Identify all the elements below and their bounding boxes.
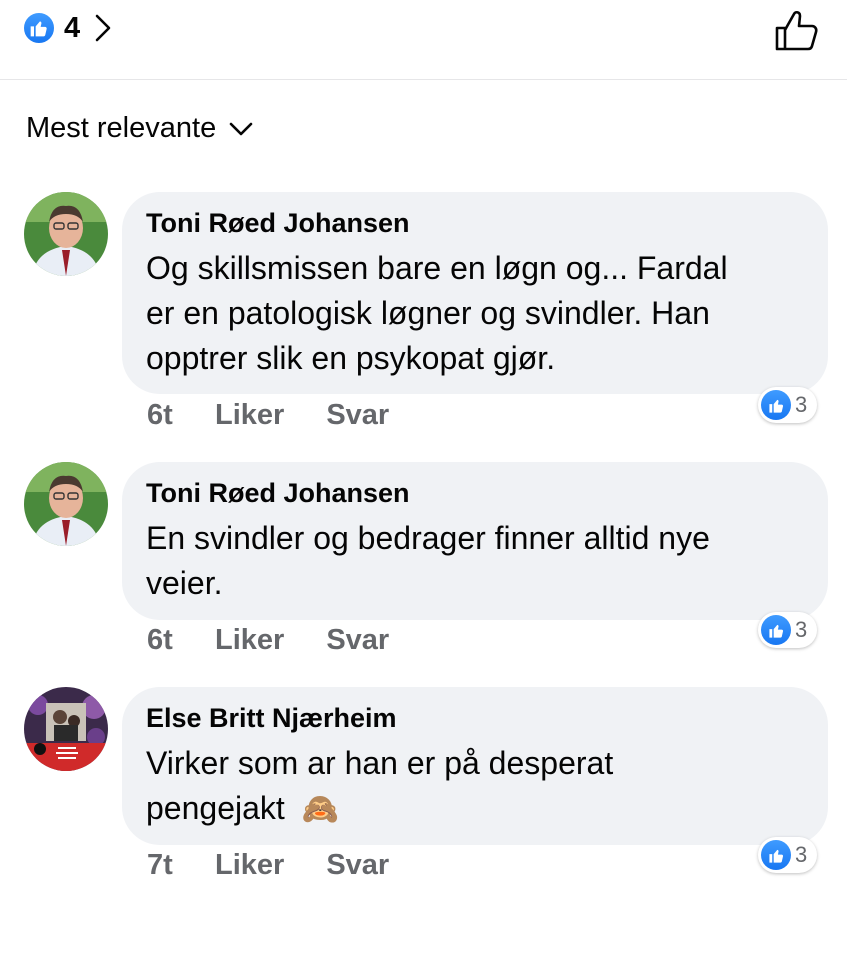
comment-text: En svindler og bedrager finner alltid ny… (146, 516, 804, 606)
reaction-count: 3 (795, 392, 808, 417)
reaction-count: 3 (795, 842, 808, 867)
comment-actions: 6t Liker Svar (147, 399, 431, 432)
comment-text: Og skillsmissen bare en løgn og... Farda… (146, 246, 804, 381)
like-reaction-icon (761, 390, 791, 420)
like-reaction-icon (761, 615, 791, 645)
comment-time[interactable]: 6t (147, 399, 215, 432)
comment-bubble: Toni Røed Johansen En svindler og bedrag… (122, 462, 828, 620)
avatar[interactable] (24, 687, 108, 771)
reply-button[interactable]: Svar (326, 624, 389, 657)
sort-label: Mest relevante (26, 112, 217, 144)
comment-line: Virker som ar han er på desperat (146, 745, 614, 781)
comment-line-with-emoji: pengejakt 🙈 (146, 786, 804, 832)
like-reaction-icon (761, 840, 791, 870)
see-no-evil-monkey-emoji: 🙈 (301, 792, 340, 827)
reactions-header: 4 (0, 0, 847, 80)
comment-line: Og skillsmissen bare en løgn og... Farda… (146, 250, 728, 286)
chevron-down-icon (228, 119, 254, 139)
like-reaction-icon (22, 11, 56, 45)
thumbs-up-outline-icon (774, 10, 820, 56)
comment-line: opptrer slik en psykopat gjør. (146, 340, 556, 376)
comment-actions: 7t Liker Svar (147, 849, 431, 882)
reaction-summary[interactable]: 4 (22, 10, 116, 46)
like-comment-button[interactable]: Liker (215, 624, 284, 657)
comment-line: veier. (146, 565, 223, 601)
like-comment-button[interactable]: Liker (215, 399, 284, 432)
reaction-count: 3 (795, 617, 808, 642)
avatar[interactable] (24, 462, 108, 546)
comment-actions: 6t Liker Svar (147, 624, 431, 657)
like-comment-button[interactable]: Liker (215, 849, 284, 882)
reaction-count: 4 (64, 11, 81, 44)
comment-line: En svindler og bedrager finner alltid ny… (146, 520, 710, 556)
comment-author[interactable]: Toni Røed Johansen (146, 206, 804, 240)
comment-author[interactable]: Toni Røed Johansen (146, 476, 804, 510)
comment-text: Virker som ar han er på desperat pengeja… (146, 741, 804, 832)
comment-line: pengejakt (146, 790, 285, 826)
like-button[interactable] (774, 8, 820, 52)
comment-reactions[interactable]: 3 (758, 837, 818, 873)
comment-bubble: Toni Røed Johansen Og skillsmissen bare … (122, 192, 828, 394)
reply-button[interactable]: Svar (326, 849, 389, 882)
comment-sort-dropdown[interactable]: Mest relevante (26, 112, 254, 145)
reply-button[interactable]: Svar (326, 399, 389, 432)
comment-time[interactable]: 6t (147, 624, 215, 657)
chevron-right-icon (94, 13, 116, 43)
comment-time[interactable]: 7t (147, 849, 215, 882)
comment-author[interactable]: Else Britt Njærheim (146, 701, 804, 735)
comment-reactions[interactable]: 3 (758, 612, 818, 648)
avatar[interactable] (24, 192, 108, 276)
comment-reactions[interactable]: 3 (758, 387, 818, 423)
comment-line: er en patologisk løgner og svindler. Han (146, 295, 710, 331)
comment-bubble: Else Britt Njærheim Virker som ar han er… (122, 687, 828, 845)
